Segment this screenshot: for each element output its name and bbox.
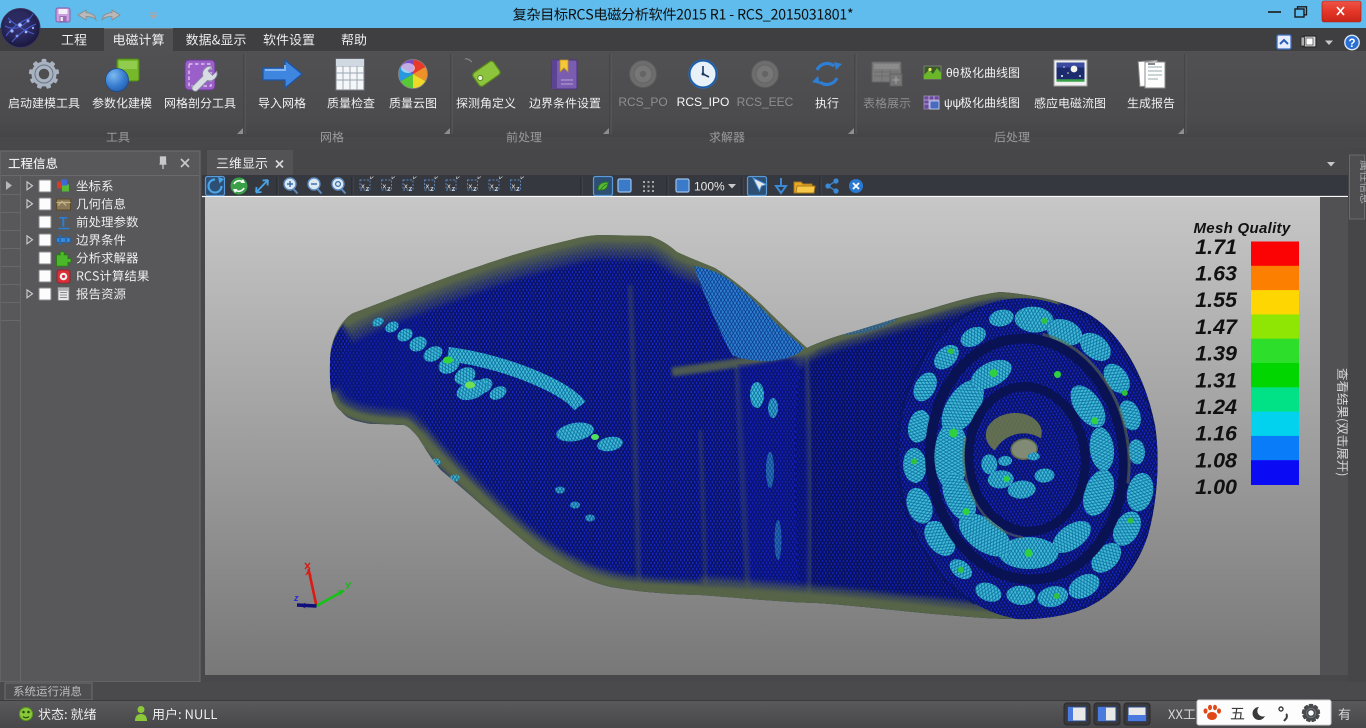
svg-text:x: x — [490, 182, 494, 191]
svg-text:1.24: 1.24 — [1195, 395, 1237, 419]
svg-text:?: ? — [1348, 38, 1355, 50]
svg-text:ψψ: ψψ — [944, 96, 961, 110]
svg-text:z: z — [293, 593, 299, 603]
svg-text:100%: 100% — [694, 180, 725, 194]
svg-text:z: z — [430, 184, 434, 193]
svg-text:T: T — [59, 214, 68, 230]
svg-text:RCS_EEC: RCS_EEC — [737, 95, 794, 109]
svg-text:1.00: 1.00 — [1195, 475, 1237, 499]
svg-text:x: x — [512, 182, 516, 191]
svg-text:z: z — [366, 184, 370, 193]
svg-text:1.08: 1.08 — [1195, 448, 1237, 472]
svg-text:z: z — [516, 184, 520, 193]
svg-text:x: x — [383, 182, 387, 191]
svg-text:x: x — [469, 182, 473, 191]
svg-text:1.55: 1.55 — [1195, 288, 1238, 312]
svg-text:1.16: 1.16 — [1195, 422, 1238, 446]
svg-text:RCS_IPO: RCS_IPO — [677, 95, 730, 109]
svg-text:1.71: 1.71 — [1195, 235, 1237, 259]
svg-text:z: z — [387, 184, 391, 193]
svg-text:x: x — [426, 182, 430, 191]
svg-text:z: z — [409, 184, 413, 193]
svg-text:θθ: θθ — [946, 66, 960, 80]
svg-text:RCS_PO: RCS_PO — [618, 95, 667, 109]
svg-text:1.31: 1.31 — [1195, 368, 1237, 392]
svg-text:z: z — [452, 184, 456, 193]
svg-text:z: z — [473, 184, 477, 193]
svg-text:1.63: 1.63 — [1195, 262, 1237, 286]
svg-text:x: x — [404, 182, 408, 191]
svg-text:x: x — [361, 182, 365, 191]
svg-text:z: z — [495, 184, 499, 193]
svg-text:x: x — [447, 182, 451, 191]
svg-text:1.39: 1.39 — [1195, 342, 1237, 366]
svg-text:1.47: 1.47 — [1195, 315, 1238, 339]
